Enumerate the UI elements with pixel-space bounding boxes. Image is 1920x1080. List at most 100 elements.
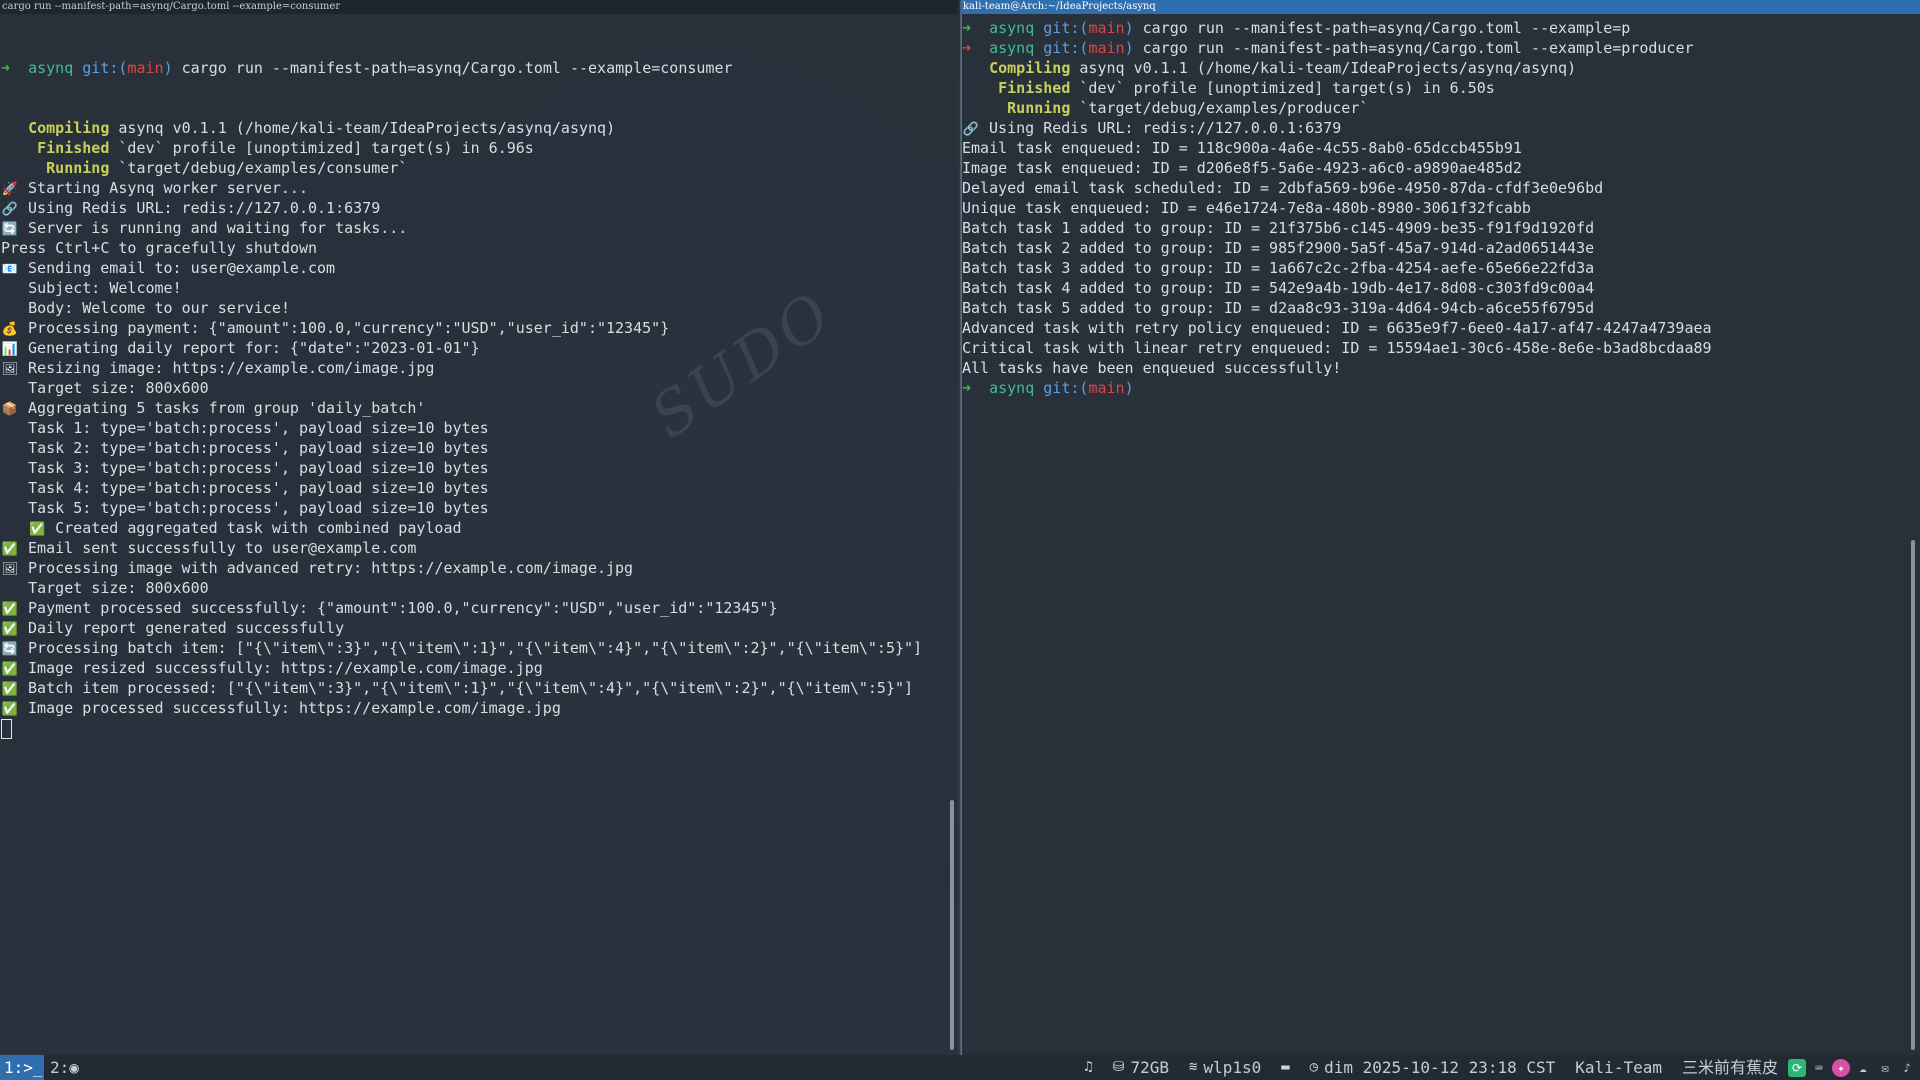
line-text: Task 5: type='batch:process', payload si… <box>1 499 489 517</box>
output-line: Batch task 5 added to group: ID = d2aa8c… <box>962 298 1920 318</box>
scrollbar[interactable] <box>1911 540 1915 1050</box>
prompt-command: cargo run --manifest-path=asynq/Cargo.to… <box>1142 19 1631 37</box>
prompt-dir: asynq <box>989 379 1035 397</box>
prompt-git: git:( <box>1043 19 1089 37</box>
output-line: 🔗 Using Redis URL: redis://127.0.0.1:637… <box>962 118 1920 138</box>
line-text: Delayed email task scheduled: ID = 2dbfa… <box>962 179 1604 197</box>
prompt-line: ➜ asynq git:(main) cargo run --manifest-… <box>962 38 1920 58</box>
scrollbar[interactable] <box>950 800 954 1050</box>
sync-tray-icon[interactable]: ⟳ <box>1788 1058 1806 1077</box>
line-text: Press Ctrl+C to gracefully shutdown <box>1 239 318 257</box>
output-line: Critical task with linear retry enqueued… <box>962 338 1920 358</box>
line-text: Daily report generated successfully <box>28 619 345 637</box>
cargo-status-tag: Compiling <box>28 119 110 137</box>
network-tray-icon[interactable]: ☁ <box>1854 1059 1872 1077</box>
line-text: Task 4: type='batch:process', payload si… <box>1 479 489 497</box>
emoji-icon: ✅ <box>1 622 19 637</box>
chinese-value: 三米前有蕉皮 <box>1681 1058 1778 1077</box>
output-line: Compiling asynq v0.1.1 (/home/kali-team/… <box>962 58 1920 78</box>
line-text: Generating daily report for: {"date":"20… <box>28 339 480 357</box>
line-text: Using Redis URL: redis://127.0.0.1:6379 <box>28 199 381 217</box>
network-segment: ≋ wlp1s0 <box>1189 1055 1261 1080</box>
cargo-status-tag: Finished <box>37 139 110 157</box>
line-text: Email task enqueued: ID = 118c900a-4a6e-… <box>962 139 1522 157</box>
output-line: Image task enqueued: ID = d206e8f5-5a6e-… <box>962 158 1920 178</box>
line-text: Processing batch item: ["{\"item\":3}","… <box>28 639 923 657</box>
output-line: Running `target/debug/examples/consumer` <box>1 158 958 178</box>
prompt-git-close: ) <box>1124 19 1134 37</box>
prompt-arrow-icon: ➜ <box>962 39 972 57</box>
user-value: Kali-Team <box>1575 1058 1662 1077</box>
output-line: 🚀 Starting Asynq worker server... <box>1 178 958 198</box>
line-text: Batch task 1 added to group: ID = 21f375… <box>962 219 1595 237</box>
line-text: Aggregating 5 tasks from group 'daily_ba… <box>28 399 426 417</box>
clock-icon: ◷ <box>1309 1059 1319 1075</box>
line-text: Email sent successfully to user@example.… <box>28 539 417 557</box>
keyboard-tray-icon[interactable]: ⌨ <box>1810 1059 1828 1077</box>
chrome-icon: ◉ <box>69 1058 79 1077</box>
cargo-status-tag: Finished <box>998 79 1071 97</box>
line-text: Image task enqueued: ID = d206e8f5-5a6e-… <box>962 159 1522 177</box>
emoji-icon: 🔄 <box>1 642 19 657</box>
music-segment[interactable]: ♫ <box>1084 1055 1092 1080</box>
terminal-output[interactable]: ➜ asynq git:(main) cargo run --manifest-… <box>0 14 958 739</box>
cursor-line <box>1 718 958 739</box>
pane-title: kali-team@Arch:~/IdeaProjects/asynq <box>961 0 1920 14</box>
cargo-status-tag: Running <box>1007 99 1071 117</box>
status-bar: 1:>_ 2:◉ ♫ ⛁ 72GB ≋ wlp1s0 ▬ ◷ dim 2025-10-… <box>0 1055 1920 1080</box>
terminal-pane-producer[interactable]: kali-team@Arch:~/IdeaProjects/asynq ➜ as… <box>960 0 1920 1055</box>
prompt-git: git:( <box>1043 39 1089 57</box>
battery-segment: ▬ <box>1281 1055 1289 1080</box>
output-line: Task 5: type='batch:process', payload si… <box>1 498 958 518</box>
prompt-command: cargo run --manifest-path=asynq/Cargo.to… <box>181 59 733 77</box>
terminal-output[interactable]: ➜ asynq git:(main) cargo run --manifest-… <box>961 14 1920 398</box>
output-line: Finished `dev` profile [unoptimized] tar… <box>1 138 958 158</box>
prompt-branch: main <box>1088 19 1125 37</box>
datetime-value: dim 2025-10-12 23:18 CST <box>1324 1058 1556 1077</box>
workspace-2-tab[interactable]: 2:◉ <box>46 1055 83 1080</box>
output-line: ✅ Image resized successfully: https://ex… <box>1 658 958 678</box>
line-text: Using Redis URL: redis://127.0.0.1:6379 <box>989 119 1342 137</box>
prompt-dir: asynq <box>28 59 74 77</box>
music-note-icon: ♫ <box>1084 1059 1093 1075</box>
prompt-branch: main <box>1088 39 1125 57</box>
mail-tray-icon[interactable]: ✉ <box>1876 1059 1894 1077</box>
prompt-git: git:( <box>82 59 128 77</box>
output-line: ✅ Email sent successfully to user@exampl… <box>1 538 958 558</box>
disk-icon: ⛁ <box>1112 1059 1125 1075</box>
output-line: Press Ctrl+C to gracefully shutdown <box>1 238 958 258</box>
output-line: Finished `dev` profile [unoptimized] tar… <box>962 78 1920 98</box>
status-right: ♫ ⛁ 72GB ≋ wlp1s0 ▬ ◷ dim 2025-10-12 23:18 … <box>1074 1055 1920 1080</box>
cargo-status-tag: Running <box>46 159 110 177</box>
line-text: All tasks have been enqueued successfull… <box>962 359 1342 377</box>
line-text: Sending email to: user@example.com <box>28 259 336 277</box>
emoji-icon: 🔄 <box>1 222 19 237</box>
line-text: Batch task 4 added to group: ID = 542e9a… <box>962 279 1595 297</box>
line-text: Task 2: type='batch:process', payload si… <box>1 439 489 457</box>
system-tray: ⟳ ⌨ ✦ ☁ ✉ ♪ <box>1788 1058 1916 1077</box>
prompt-dir: asynq <box>989 19 1035 37</box>
prompt-git: git:( <box>1043 379 1089 397</box>
output-line: Task 3: type='batch:process', payload si… <box>1 458 958 478</box>
line-text: Batch task 2 added to group: ID = 985f29… <box>962 239 1595 257</box>
workspace-1-tab[interactable]: 1:>_ <box>0 1055 44 1080</box>
pane-title: cargo run --manifest-path=asynq/Cargo.to… <box>0 0 958 14</box>
output-line: Task 2: type='batch:process', payload si… <box>1 438 958 458</box>
clock-segment: ◷ dim 2025-10-12 23:18 CST <box>1310 1055 1556 1080</box>
output-line: Delayed email task scheduled: ID = 2dbfa… <box>962 178 1920 198</box>
prompt-line: ➜ asynq git:(main) cargo run --manifest-… <box>1 58 958 78</box>
emoji-icon: ✅ <box>1 602 19 617</box>
output-line: 📦 Aggregating 5 tasks from group 'daily_… <box>1 398 958 418</box>
line-text: Task 3: type='batch:process', payload si… <box>1 459 489 477</box>
output-line: Compiling asynq v0.1.1 (/home/kali-team/… <box>1 118 958 138</box>
line-text: asynq v0.1.1 (/home/kali-team/IdeaProjec… <box>1079 59 1577 77</box>
volume-tray-icon[interactable]: ♪ <box>1898 1059 1916 1077</box>
output-line: Email task enqueued: ID = 118c900a-4a6e-… <box>962 138 1920 158</box>
emoji-icon: 🖼 <box>1 562 19 577</box>
disk-segment: ⛁ 72GB <box>1113 1055 1169 1080</box>
output-line: ✅ Payment processed successfully: {"amou… <box>1 598 958 618</box>
output-line: Batch task 3 added to group: ID = 1a667c… <box>962 258 1920 278</box>
output-line: 🔄 Server is running and waiting for task… <box>1 218 958 238</box>
app-tray-icon[interactable]: ✦ <box>1832 1058 1850 1077</box>
terminal-pane-consumer[interactable]: cargo run --manifest-path=asynq/Cargo.to… <box>0 0 958 1055</box>
